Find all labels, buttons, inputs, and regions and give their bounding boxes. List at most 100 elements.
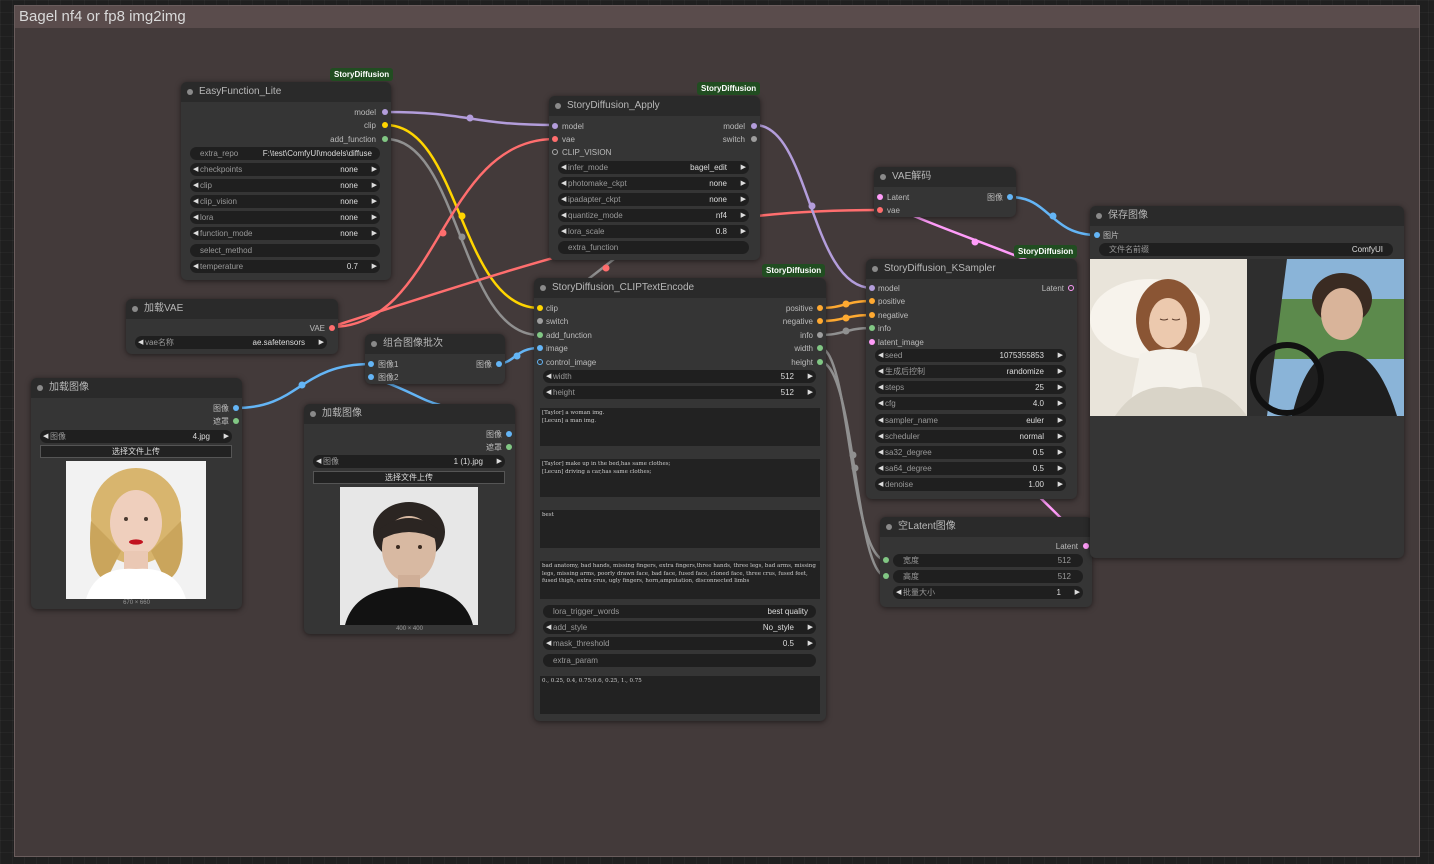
input-pin-switch[interactable] [537, 318, 543, 324]
input-pin-control-image[interactable] [537, 359, 543, 365]
widget-function-mode[interactable]: ◀ function_mode none ▶ [190, 227, 380, 240]
output-pin-latent[interactable] [1068, 285, 1074, 291]
node-title[interactable]: 空Latent图像 [880, 517, 1092, 537]
widget-width[interactable]: ◀ width 512 ▶ [543, 370, 816, 383]
widget-lora[interactable]: ◀ lora none ▶ [190, 211, 380, 224]
storydiffusion-ksampler-node[interactable]: StoryDiffusion StoryDiffusion_KSampler m… [866, 245, 1078, 499]
input-pin-positive[interactable] [869, 298, 875, 304]
upload-button[interactable]: 选择文件上传 [40, 445, 232, 458]
collapse-dot-icon[interactable] [872, 266, 878, 272]
widget-seed[interactable]: ◀ seed 1075355853 ▶ [875, 349, 1066, 362]
upload-button[interactable]: 选择文件上传 [313, 471, 505, 484]
widget-lora-trigger-words[interactable]: lora_trigger_words best quality [543, 605, 816, 618]
widget-clip[interactable]: ◀ clip none ▶ [190, 179, 380, 192]
input-pin-info[interactable] [869, 325, 875, 331]
widget-height[interactable]: ◀ height 512 ▶ [543, 386, 816, 399]
load-image-node-1[interactable]: 加载图像 图像 遮罩 ◀ 图像 4.jpg ▶ 选择文件上传 670 × 660 [31, 378, 242, 609]
easyfunction-node[interactable]: StoryDiffusion EasyFunction_Lite model c… [181, 68, 394, 280]
collapse-dot-icon[interactable] [37, 385, 43, 391]
output-pin-latent[interactable] [1083, 543, 1089, 549]
widget-extra-repo[interactable]: extra_repo F:\test\ComfyUI\models\diffuse [190, 147, 380, 160]
input-pin-image2[interactable] [368, 374, 374, 380]
output-pin-clip[interactable] [382, 122, 388, 128]
widget-cfg[interactable]: ◀ cfg 4.0 ▶ [875, 397, 1066, 410]
input-pin-images[interactable] [1094, 232, 1100, 238]
collapse-dot-icon[interactable] [886, 524, 892, 530]
empty-latent-node[interactable]: 空Latent图像 Latent 宽度 512 高度 512 ◀ 批量大小 1 ▶ [880, 517, 1092, 607]
input-pin-model[interactable] [869, 285, 875, 291]
widget-latent-width[interactable]: 宽度 512 [893, 554, 1083, 567]
node-title[interactable]: VAE解码 [874, 167, 1016, 187]
style-prompt-textarea[interactable]: best [540, 510, 820, 548]
scene-prompt-textarea[interactable]: [Taylor] make up in the bed,has same clo… [540, 459, 820, 497]
input-pin-width[interactable] [883, 557, 889, 563]
input-pin-model[interactable] [552, 123, 558, 129]
input-pin-add-function[interactable] [537, 332, 543, 338]
collapse-dot-icon[interactable] [310, 411, 316, 417]
combine-batch-node[interactable]: 组合图像批次 图像1 图像2 图像 [365, 334, 505, 384]
vae-decode-node[interactable]: VAE解码 Latent vae 图像 [874, 167, 1016, 217]
widget-control-after-generate[interactable]: ◀ 生成后控制 randomize ▶ [875, 365, 1066, 378]
collapse-dot-icon[interactable] [540, 285, 546, 291]
node-title[interactable]: 加载图像 [31, 378, 242, 398]
output-pin-image[interactable] [496, 361, 502, 367]
node-title[interactable]: 加载VAE [126, 299, 338, 319]
widget-vae-name[interactable]: ◀ vae名称 ae.safetensors ▶ [135, 336, 327, 349]
widget-mask-threshold[interactable]: ◀ mask_threshold 0.5 ▶ [543, 637, 816, 650]
output-pin-model[interactable] [751, 123, 757, 129]
collapse-dot-icon[interactable] [555, 103, 561, 109]
region-param-textarea[interactable]: 0., 0.25, 0.4, 0.75;0.6, 0.25, 1., 0.75 [540, 676, 820, 714]
input-pin-vae[interactable] [552, 136, 558, 142]
output-pin-add-function[interactable] [382, 136, 388, 142]
widget-denoise[interactable]: ◀ denoise 1.00 ▶ [875, 478, 1066, 491]
node-title[interactable]: StoryDiffusion_Apply [549, 96, 760, 116]
widget-ipadapter-ckpt[interactable]: ◀ ipadapter_ckpt none ▶ [558, 193, 749, 206]
output-pin-image[interactable] [233, 405, 239, 411]
output-pin-negative[interactable] [817, 318, 823, 324]
widget-clip-vision[interactable]: ◀ clip_vision none ▶ [190, 195, 380, 208]
node-title[interactable]: 加载图像 [304, 404, 515, 424]
widget-image-file[interactable]: ◀ 图像 4.jpg ▶ [40, 430, 232, 443]
node-title[interactable]: StoryDiffusion_KSampler [866, 259, 1077, 279]
input-pin-vae[interactable] [877, 207, 883, 213]
widget-sa64-degree[interactable]: ◀ sa64_degree 0.5 ▶ [875, 462, 1066, 475]
input-pin-latent-image[interactable] [869, 339, 875, 345]
collapse-dot-icon[interactable] [132, 306, 138, 312]
storydiffusion-apply-node[interactable]: StoryDiffusion StoryDiffusion_Apply mode… [549, 82, 761, 260]
save-image-node[interactable]: 保存图像 图片 文件名前缀 ComfyUI [1090, 206, 1404, 558]
widget-steps[interactable]: ◀ steps 25 ▶ [875, 381, 1066, 394]
widget-image-file[interactable]: ◀ 图像 1 (1).jpg ▶ [313, 455, 505, 468]
widget-checkpoints[interactable]: ◀ checkpoints none ▶ [190, 163, 380, 176]
negative-prompt-textarea[interactable]: bad anatomy, bad hands, missing fingers,… [540, 561, 820, 599]
output-pin-width[interactable] [817, 345, 823, 351]
output-pin-height[interactable] [817, 359, 823, 365]
widget-scheduler[interactable]: ◀ scheduler normal ▶ [875, 430, 1066, 443]
load-vae-node[interactable]: 加载VAE VAE ◀ vae名称 ae.safetensors ▶ [126, 299, 338, 354]
node-title[interactable]: 组合图像批次 [365, 334, 505, 354]
node-title[interactable]: 保存图像 [1090, 206, 1404, 226]
widget-extra-function[interactable]: extra_function [558, 241, 749, 254]
widget-filename-prefix[interactable]: 文件名前缀 ComfyUI [1099, 243, 1393, 256]
input-pin-image[interactable] [537, 345, 543, 351]
widget-add-style[interactable]: ◀ add_style No_style ▶ [543, 621, 816, 634]
collapse-dot-icon[interactable] [880, 174, 886, 180]
collapse-dot-icon[interactable] [1096, 213, 1102, 219]
widget-infer-mode[interactable]: ◀ infer_mode bagel_edit ▶ [558, 161, 749, 174]
output-pin-image[interactable] [506, 431, 512, 437]
output-pin-image[interactable] [1007, 194, 1013, 200]
input-pin-negative[interactable] [869, 312, 875, 318]
widget-sa32-degree[interactable]: ◀ sa32_degree 0.5 ▶ [875, 446, 1066, 459]
input-pin-image1[interactable] [368, 361, 374, 367]
output-pin-mask[interactable] [506, 444, 512, 450]
input-pin-height[interactable] [883, 573, 889, 579]
output-pin-positive[interactable] [817, 305, 823, 311]
widget-temperature[interactable]: ◀ temperature 0.7 ▶ [190, 260, 380, 273]
widget-lora-scale[interactable]: ◀ lora_scale 0.8 ▶ [558, 225, 749, 238]
widget-photomake-ckpt[interactable]: ◀ photomake_ckpt none ▶ [558, 177, 749, 190]
load-image-node-2[interactable]: 加载图像 图像 遮罩 ◀ 图像 1 (1).jpg ▶ 选择文件上传 400 × 40… [304, 404, 515, 634]
input-pin-clip-vision[interactable] [552, 149, 558, 155]
node-title[interactable]: StoryDiffusion_CLIPTextEncode [534, 278, 826, 298]
collapse-dot-icon[interactable] [371, 341, 377, 347]
widget-batch-size[interactable]: ◀ 批量大小 1 ▶ [893, 586, 1083, 599]
widget-latent-height[interactable]: 高度 512 [893, 570, 1083, 583]
